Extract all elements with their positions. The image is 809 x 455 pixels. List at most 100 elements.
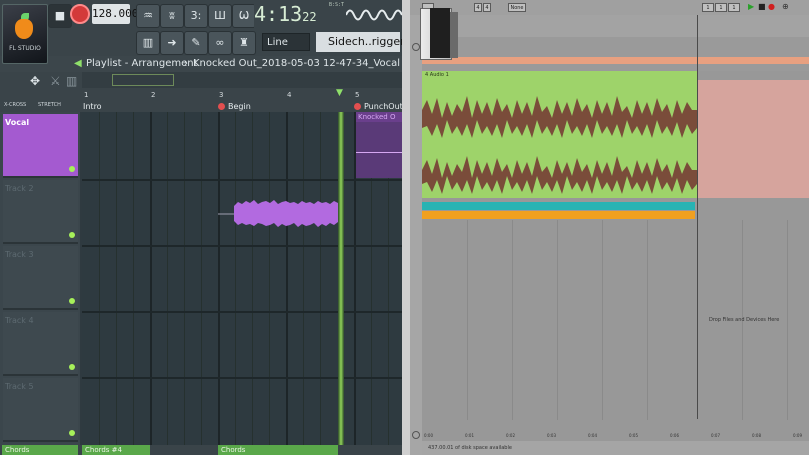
marker-dot-icon [218, 103, 225, 110]
marker-begin-label: Begin [228, 102, 251, 111]
track-header-3[interactable]: Track 3 [3, 246, 78, 310]
step-edit-icon[interactable]: Ш [208, 4, 232, 28]
playlist-tools: ✥ ⚔ ▥ X-CROSS STRETCH [0, 72, 82, 112]
status-bar: 437.00.01 of disk space available [422, 441, 809, 455]
metronome-icon[interactable]: ♒ [136, 4, 160, 28]
playlist-titlebar: ◀ Playlist - Arrangement › Knocked Out_2… [0, 56, 402, 72]
time-8: 0:08 [752, 433, 761, 438]
track-enable-led[interactable] [69, 364, 75, 370]
drop-zone-text[interactable]: Drop Files and Devices Here [709, 317, 779, 323]
piano-roll-icon[interactable]: ▥ [136, 31, 160, 55]
playlist-grid[interactable]: Knocked O [82, 112, 402, 445]
midi-clip-cyan[interactable] [422, 202, 695, 210]
quantize-select[interactable]: None [508, 3, 526, 12]
track-header-vocal[interactable]: Vocal [3, 114, 78, 178]
overview-window[interactable] [112, 74, 174, 86]
track-enable-led[interactable] [69, 298, 75, 304]
audio-clip[interactable] [422, 80, 697, 198]
overdub-icon[interactable]: ⊕ [782, 2, 789, 11]
ruler-bar-5: 5 [355, 91, 360, 99]
marker-begin[interactable]: Begin [217, 101, 251, 112]
record-button[interactable] [70, 4, 90, 24]
ruler-bar-2: 2 [151, 91, 156, 99]
oscilloscope [346, 9, 402, 21]
record-icon[interactable]: ● [768, 2, 775, 11]
master-automation-strip [422, 57, 809, 64]
arrangement-pos-beat[interactable]: 1 [715, 3, 727, 12]
time-format: B:S:T [328, 2, 344, 8]
playhead-marker-icon[interactable]: ▼ [336, 88, 343, 98]
track-enable-led[interactable] [69, 232, 75, 238]
link-icon[interactable]: ∞ [208, 31, 232, 55]
stretch-toggle[interactable]: STRETCH [38, 102, 61, 108]
track-name: Track 3 [5, 250, 34, 259]
snap-select[interactable]: Line [262, 33, 310, 51]
slice-tool-icon[interactable]: ⚔ [50, 74, 61, 88]
time-2: 0:02 [506, 433, 515, 438]
time-3: 0:03 [547, 433, 556, 438]
meter-den[interactable]: 4 [483, 3, 491, 12]
ableton-live-box-image [420, 8, 458, 64]
track-name: Track 4 [5, 316, 34, 325]
window-divider [402, 0, 410, 455]
pattern-strip: Chords Chords #4 Chords [0, 445, 402, 455]
time-main: 4:13 [254, 2, 303, 26]
vocal-clip-after[interactable]: Knocked O [356, 112, 402, 178]
fl-studio-logo: FL STUDIO [2, 4, 48, 64]
tempo-display[interactable]: 128.000 [92, 4, 138, 24]
blend-notes-icon[interactable]: Ѡ [232, 4, 256, 28]
vocal-audio-clip[interactable] [218, 192, 340, 232]
time-5: 0:05 [629, 433, 638, 438]
pattern-chords-a[interactable]: Chords [2, 445, 78, 455]
time-4: 0:04 [588, 433, 597, 438]
meter-num[interactable]: 4 [474, 3, 482, 12]
audio-clip-tail[interactable] [697, 80, 809, 198]
marker-intro-label: Intro [83, 102, 102, 111]
info-toggle-icon[interactable] [412, 431, 420, 439]
wait-icon[interactable]: ʬ [160, 4, 184, 28]
channel-select[interactable]: Sidech..rigger [316, 32, 402, 52]
track-enable-led[interactable] [69, 430, 75, 436]
ruler-bar-4: 4 [287, 91, 292, 99]
pattern-chords-c[interactable]: Chords [218, 445, 338, 455]
breadcrumb: Knocked Out_2018-05-03 12-47-34_Vocal [193, 58, 401, 69]
xcross-toggle[interactable]: X-CROSS [4, 102, 26, 108]
marker-intro[interactable]: Intro [72, 101, 102, 112]
stop-icon[interactable]: ■ [758, 2, 766, 11]
move-tool-icon[interactable]: ✥ [30, 74, 40, 88]
pattern-chords-b[interactable]: Chords #4 [82, 445, 150, 455]
track-header-5[interactable]: Track 5 [3, 378, 78, 442]
playlist-overview[interactable] [82, 72, 402, 88]
midi-clip-orange[interactable] [422, 211, 695, 219]
time-0: 0:00 [424, 433, 433, 438]
timeline-ruler[interactable]: 1 2 3 4 5 Intro Begin PunchOut # ▼ [82, 88, 402, 122]
vocal-clip-label: Knocked O [356, 112, 402, 122]
track-name: Track 5 [5, 382, 34, 391]
browser-toggle-icon[interactable] [412, 43, 420, 51]
arrangement-ruler[interactable] [422, 15, 809, 37]
arrangement-pos-sixteenth[interactable]: 1 [728, 3, 740, 12]
arrangement-view[interactable]: 4 Audio 1 Drop Files and Devices Here 0:… [422, 15, 809, 441]
play-icon[interactable]: ▶ [748, 2, 754, 11]
marker-dot-icon [354, 103, 361, 110]
track-header-2[interactable]: Track 2 [3, 180, 78, 244]
hat-icon[interactable]: ♜ [232, 31, 256, 55]
track-header-4[interactable]: Track 4 [3, 312, 78, 376]
ruler-bar-1: 1 [84, 91, 89, 99]
audio-waveform [422, 96, 697, 194]
logo-text: FL STUDIO [9, 45, 41, 52]
stop-button[interactable]: ■ [48, 4, 72, 28]
playlist-icon[interactable]: ◀ [74, 56, 82, 72]
time-6: 0:06 [670, 433, 679, 438]
track-enable-led[interactable] [69, 166, 75, 172]
countdown-icon[interactable]: 3: [184, 4, 208, 28]
marker-punchout[interactable]: PunchOut # [353, 101, 402, 122]
arrow-right-icon[interactable]: ➜ [160, 31, 184, 55]
audio-clip-label[interactable]: 4 Audio 1 [422, 71, 697, 80]
playhead[interactable] [338, 112, 344, 445]
time-1: 0:01 [465, 433, 474, 438]
arrangement-pos-bar[interactable]: 1 [702, 3, 714, 12]
pencil-icon[interactable]: ✎ [184, 31, 208, 55]
mixer-icon[interactable]: ▥ [66, 74, 77, 88]
fl-toolbar: ■ 128.000 ♒ ʬ 3: Ш Ѡ 4:1322 B:S:T ▥ ➜ ✎ … [0, 0, 402, 56]
